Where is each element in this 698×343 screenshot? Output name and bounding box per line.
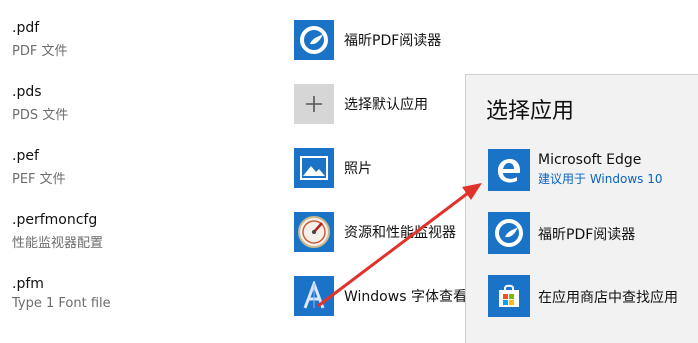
default-app-button[interactable]: 资源和性能监视器 (344, 222, 456, 242)
flyout-item-label: 在应用商店中查找应用 (538, 290, 678, 306)
file-extension: .perfmoncfg (12, 212, 98, 228)
edge-icon (488, 149, 530, 191)
foxit-icon[interactable] (294, 20, 334, 60)
flyout-item-label: 福昕PDF阅读器 (538, 227, 636, 243)
file-type-row-pdf: .pdf PDF 文件 福昕PDF阅读器 (0, 20, 470, 70)
choose-default-app-button[interactable]: 选择默认应用 (344, 94, 428, 114)
font-viewer-icon[interactable] (294, 276, 334, 316)
default-app-button[interactable]: 福昕PDF阅读器 (344, 30, 441, 50)
file-type-row-pds: .pds PDS 文件 选择默认应用 (0, 84, 470, 134)
flyout-title: 选择应用 (486, 99, 575, 124)
flyout-item-foxit[interactable]: 福昕PDF阅读器 (488, 212, 693, 256)
default-app-button[interactable]: Windows 字体查看 (344, 286, 467, 306)
flyout-item-microsoft-edge[interactable]: Microsoft Edge 建议用于 Windows 10 (488, 149, 693, 193)
plus-icon[interactable] (294, 84, 334, 124)
flyout-item-store[interactable]: 在应用商店中查找应用 (488, 275, 693, 319)
file-type-description: PDS 文件 (12, 108, 69, 123)
file-extension: .pdf (12, 20, 40, 36)
perf-monitor-icon[interactable] (294, 212, 334, 252)
file-type-row-pef: .pef PEF 文件 照片 (0, 148, 470, 198)
file-extension: .pfm (12, 276, 44, 292)
file-type-row-perfmoncfg: .perfmoncfg 性能监视器配置 资源和性能监视器 (0, 212, 470, 262)
recommended-label: 建议用于 Windows 10 (538, 172, 663, 186)
choose-app-flyout: 选择应用 Microsoft Edge 建议用于 Windows 10 福昕PD… (465, 74, 698, 343)
file-type-description: PDF 文件 (12, 44, 68, 59)
default-app-button[interactable]: 照片 (344, 158, 372, 178)
file-type-description: 性能监视器配置 (12, 236, 104, 251)
file-type-description: Type 1 Font file (12, 296, 111, 311)
photos-icon[interactable] (294, 148, 334, 188)
flyout-item-label: Microsoft Edge (538, 152, 642, 168)
file-type-description: PEF 文件 (12, 172, 66, 187)
file-extension: .pds (12, 84, 42, 100)
file-type-row-pfm: .pfm Type 1 Font file Windows 字体查看 (0, 276, 470, 326)
store-icon (488, 275, 530, 317)
file-extension: .pef (12, 148, 39, 164)
foxit-icon (488, 212, 530, 254)
